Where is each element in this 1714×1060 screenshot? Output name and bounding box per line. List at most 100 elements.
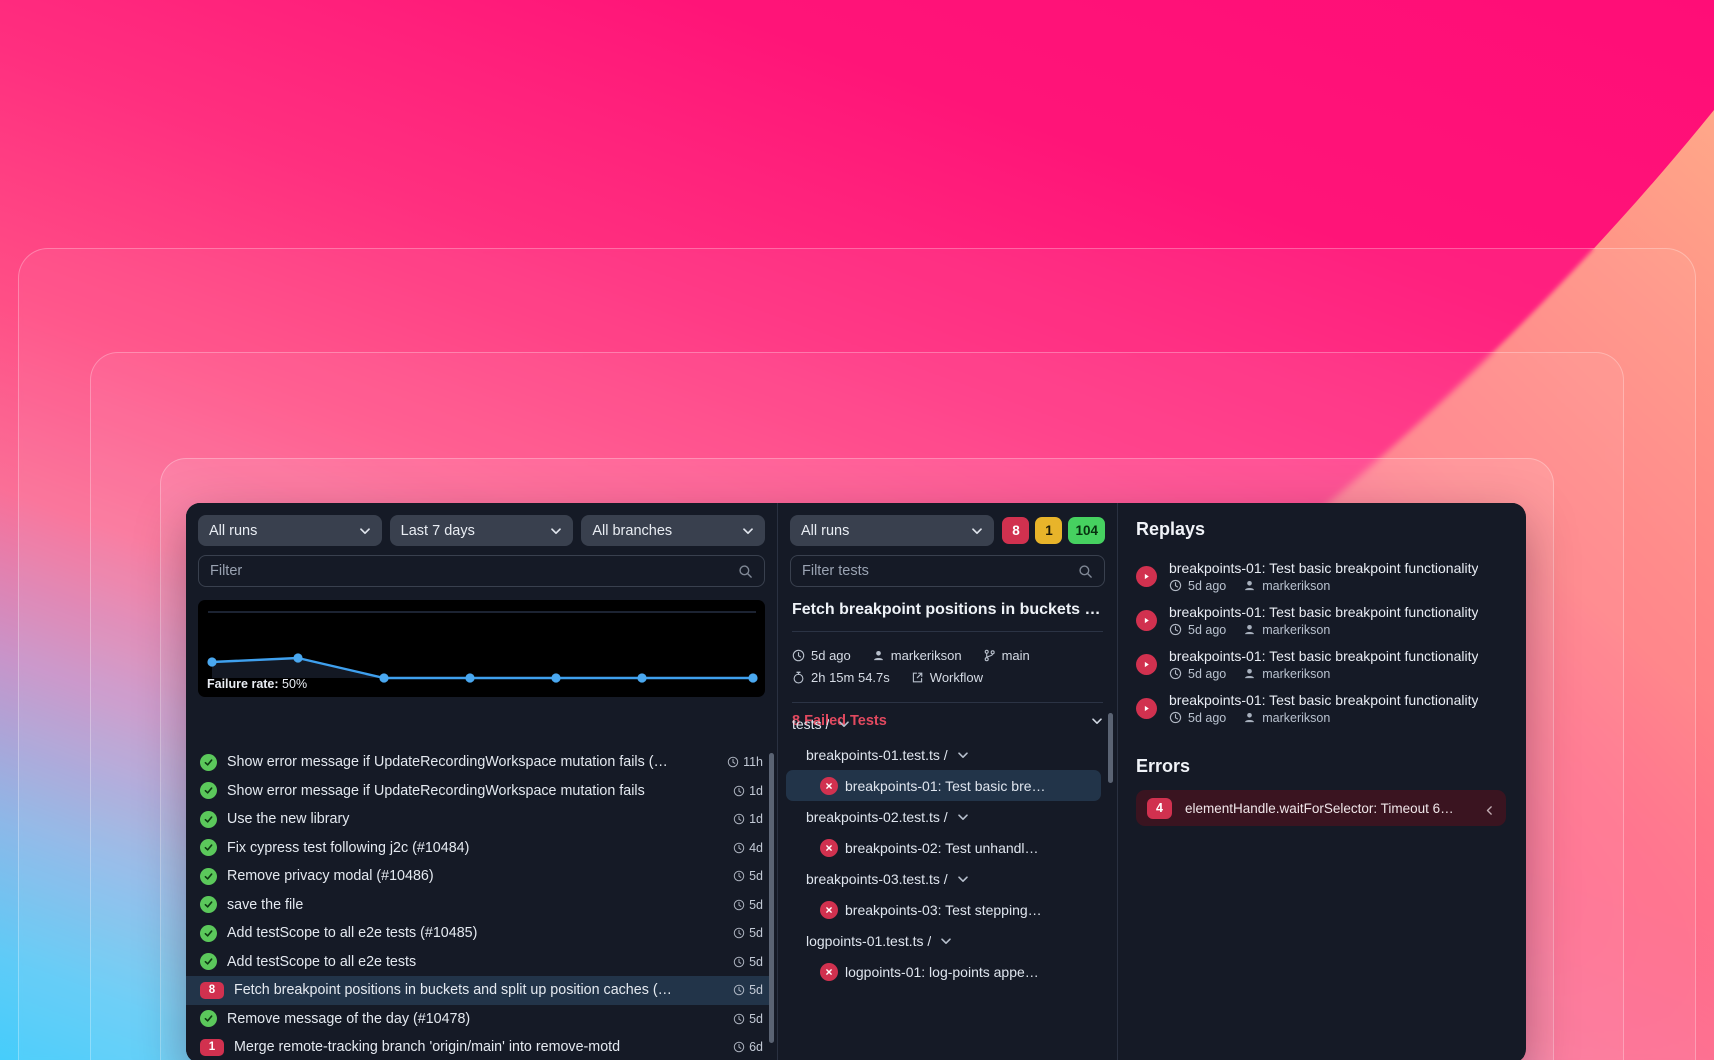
failed-tests-tree[interactable]: tests /breakpoints-01.test.ts /breakpoin… bbox=[778, 708, 1117, 1060]
runs-filter-toolbar: All runs Last 7 days All branches bbox=[186, 503, 777, 546]
chevron-down-icon[interactable] bbox=[957, 811, 969, 823]
replays-list[interactable]: breakpoints-01: Test basic breakpoint fu… bbox=[1136, 554, 1506, 730]
replay-row[interactable]: breakpoints-01: Test basic breakpoint fu… bbox=[1136, 686, 1506, 730]
replay-author-label: markerikson bbox=[1262, 579, 1330, 593]
errors-list[interactable]: 4elementHandle.waitForSelector: Timeout … bbox=[1136, 790, 1506, 826]
test-status-counts: 8 1 104 bbox=[1002, 517, 1105, 544]
chevron-down-icon[interactable] bbox=[957, 873, 969, 885]
replay-author-label: markerikson bbox=[1262, 711, 1330, 725]
tree-test-row[interactable]: breakpoints-01: Test basic bre… bbox=[786, 770, 1101, 801]
runs-list-scrollbar[interactable] bbox=[769, 753, 774, 1043]
play-icon[interactable] bbox=[1136, 566, 1157, 587]
play-icon[interactable] bbox=[1136, 698, 1157, 719]
branch-icon bbox=[983, 649, 996, 662]
tree-folder-row[interactable]: breakpoints-01.test.ts / bbox=[778, 739, 1109, 770]
run-status-pass-icon bbox=[200, 754, 217, 771]
run-workflow-label: Workflow bbox=[930, 670, 983, 685]
replay-row[interactable]: breakpoints-01: Test basic breakpoint fu… bbox=[1136, 554, 1506, 598]
run-row[interactable]: Show error message if UpdateRecordingWor… bbox=[186, 748, 771, 777]
run-row[interactable]: Use the new library1d bbox=[186, 805, 771, 834]
run-status-pass-icon bbox=[200, 953, 217, 970]
play-icon[interactable] bbox=[1136, 610, 1157, 631]
tree-item-label: logpoints-01: log-points appe… bbox=[845, 964, 1039, 980]
run-workflow-link[interactable]: Workflow bbox=[911, 670, 983, 685]
replay-meta: 5d ago markerikson bbox=[1169, 711, 1478, 725]
failed-count-badge[interactable]: 8 bbox=[1002, 517, 1029, 544]
runs-scope-label: All runs bbox=[209, 523, 257, 539]
search-icon bbox=[1078, 564, 1093, 579]
replay-author: markerikson bbox=[1243, 667, 1330, 681]
run-title: Fetch breakpoint positions in buckets an… bbox=[234, 982, 723, 998]
tree-folder-row[interactable]: logpoints-01.test.ts / bbox=[778, 925, 1109, 956]
clock-icon bbox=[733, 984, 745, 996]
runs-scope-select[interactable]: All runs bbox=[198, 515, 382, 546]
run-row[interactable]: save the file 5d bbox=[186, 891, 771, 920]
external-link-icon bbox=[911, 671, 924, 684]
user-icon bbox=[1243, 711, 1256, 724]
chevron-down-icon bbox=[359, 525, 371, 537]
tests-toolbar: All runs 8 1 104 bbox=[778, 503, 1117, 546]
clock-icon bbox=[733, 870, 745, 882]
run-row[interactable]: Remove privacy modal (#10486)5d bbox=[186, 862, 771, 891]
run-row[interactable]: Add testScope to all e2e tests (#10485)5… bbox=[186, 919, 771, 948]
replay-row[interactable]: breakpoints-01: Test basic breakpoint fu… bbox=[1136, 598, 1506, 642]
selected-run-metadata: 5d ago markerikson main bbox=[792, 631, 1103, 688]
runs-daterange-select[interactable]: Last 7 days bbox=[390, 515, 574, 546]
replay-age: 5d ago bbox=[1169, 623, 1226, 637]
tree-test-row[interactable]: breakpoints-02: Test unhandl… bbox=[778, 832, 1109, 863]
run-time-label: 1d bbox=[749, 784, 763, 798]
run-row[interactable]: Show error message if UpdateRecordingWor… bbox=[186, 777, 771, 806]
failure-rate-label-prefix: Failure rate: bbox=[207, 677, 279, 691]
run-timestamp: 1d bbox=[733, 812, 763, 826]
run-timestamp: 5d bbox=[733, 1012, 763, 1026]
failure-rate-label-value: 50% bbox=[282, 677, 307, 691]
app-window: All runs Last 7 days All branches bbox=[186, 503, 1526, 1060]
tree-test-row[interactable]: logpoints-01: log-points appe… bbox=[778, 956, 1109, 987]
tree-test-row[interactable]: breakpoints-03: Test stepping… bbox=[778, 894, 1109, 925]
user-icon bbox=[1243, 623, 1256, 636]
tree-folder-row[interactable]: tests / bbox=[778, 708, 1109, 739]
clock-icon bbox=[733, 927, 745, 939]
run-status-pass-icon bbox=[200, 868, 217, 885]
failure-rate-label: Failure rate: 50% bbox=[207, 677, 307, 691]
clock-icon bbox=[733, 785, 745, 797]
runs-list[interactable]: Show error message if UpdateRecordingWor… bbox=[186, 748, 777, 1060]
play-icon[interactable] bbox=[1136, 654, 1157, 675]
clock-icon bbox=[733, 842, 745, 854]
runs-search-bar[interactable] bbox=[198, 555, 765, 587]
replay-age: 5d ago bbox=[1169, 711, 1226, 725]
run-title: save the file bbox=[227, 897, 723, 913]
replay-age: 5d ago bbox=[1169, 667, 1226, 681]
run-row[interactable]: Add testScope to all e2e tests5d bbox=[186, 948, 771, 977]
chevron-down-icon[interactable] bbox=[940, 935, 952, 947]
clock-icon bbox=[1169, 667, 1182, 680]
run-row[interactable]: Fix cypress test following j2c (#10484)4… bbox=[186, 834, 771, 863]
chevron-left-icon[interactable] bbox=[1484, 803, 1495, 814]
replay-age-label: 5d ago bbox=[1188, 667, 1226, 681]
error-row[interactable]: 4elementHandle.waitForSelector: Timeout … bbox=[1136, 790, 1506, 826]
tests-search-bar[interactable] bbox=[790, 555, 1105, 587]
passed-count-badge[interactable]: 104 bbox=[1068, 517, 1105, 544]
tests-scope-select[interactable]: All runs bbox=[790, 515, 994, 546]
run-author: markerikson bbox=[872, 648, 962, 663]
clock-icon bbox=[727, 756, 739, 768]
run-row[interactable]: 1Merge remote-tracking branch 'origin/ma… bbox=[186, 1033, 771, 1060]
replay-row[interactable]: breakpoints-01: Test basic breakpoint fu… bbox=[1136, 642, 1506, 686]
chevron-down-icon[interactable] bbox=[838, 718, 850, 730]
run-title: Show error message if UpdateRecordingWor… bbox=[227, 754, 717, 770]
run-status-pass-icon bbox=[200, 811, 217, 828]
clock-icon bbox=[733, 813, 745, 825]
chevron-down-icon[interactable] bbox=[957, 749, 969, 761]
run-title: Remove message of the day (#10478) bbox=[227, 1011, 723, 1027]
run-time-label: 5d bbox=[749, 898, 763, 912]
clock-icon bbox=[1169, 711, 1182, 724]
runs-search-input[interactable] bbox=[210, 563, 738, 579]
tests-tree-scrollbar[interactable] bbox=[1108, 713, 1113, 783]
runs-branch-select[interactable]: All branches bbox=[581, 515, 765, 546]
tree-folder-row[interactable]: breakpoints-02.test.ts / bbox=[778, 801, 1109, 832]
flaky-count-badge[interactable]: 1 bbox=[1035, 517, 1062, 544]
tree-folder-row[interactable]: breakpoints-03.test.ts / bbox=[778, 863, 1109, 894]
run-row[interactable]: 8Fetch breakpoint positions in buckets a… bbox=[186, 976, 771, 1005]
run-row[interactable]: Remove message of the day (#10478) 5d bbox=[186, 1005, 771, 1034]
tests-search-input[interactable] bbox=[802, 563, 1078, 579]
